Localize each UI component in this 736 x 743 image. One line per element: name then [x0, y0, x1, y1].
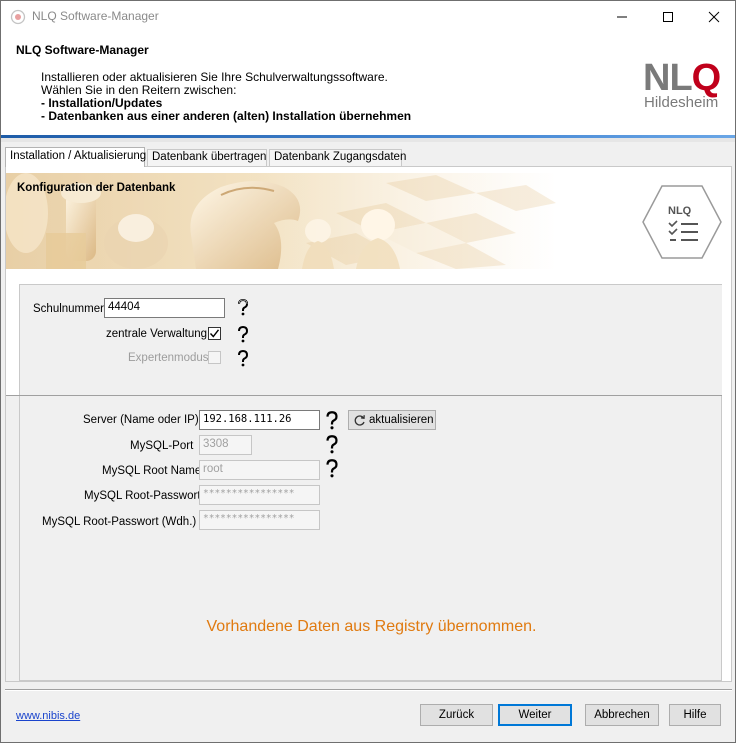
zentrale-verwaltung-checkbox[interactable] — [208, 327, 221, 340]
logo-subtitle: Hildesheim — [644, 94, 719, 111]
hex-icon-text: NLQ — [668, 205, 692, 217]
refresh-icon — [354, 415, 365, 426]
server-settings-inner: Server (Name oder IP) 192.168.111.26 akt… — [19, 396, 722, 681]
header-title: NLQ Software-Manager — [16, 43, 149, 57]
mysql-root-password-label: MySQL Root-Passwort — [84, 490, 201, 502]
banner: Konfiguration der Datenbank NLQ — [6, 173, 731, 269]
help-button[interactable]: Hilfe — [669, 704, 721, 726]
tab-installation[interactable]: Installation / Aktualisierung — [5, 147, 146, 167]
mysql-root-name-label: MySQL Root Name — [102, 465, 202, 477]
mysql-root-name-input[interactable]: root — [199, 460, 320, 480]
app-window: NLQ Software-Manager NLQ Software-Manage… — [0, 0, 736, 743]
server-label: Server (Name oder IP) — [83, 414, 199, 426]
help-icon-server[interactable] — [322, 410, 342, 430]
server-settings-panel: Server (Name oder IP) 192.168.111.26 akt… — [6, 395, 722, 681]
tab-panel: Konfiguration der Datenbank NLQ Schulnum… — [5, 166, 732, 682]
zentrale-verwaltung-label: zentrale Verwaltung — [106, 328, 208, 340]
logo-text-nl: NL — [643, 57, 693, 99]
mysql-root-password-repeat-input[interactable]: **************** — [199, 510, 320, 530]
nibis-link[interactable]: www.nibis.de — [16, 710, 80, 722]
logo-text-q: Q — [691, 57, 722, 99]
next-button[interactable]: Weiter — [498, 704, 572, 726]
cancel-button-label: Abbrechen — [594, 709, 650, 721]
help-icon-rootname[interactable] — [322, 458, 342, 478]
mysql-port-label: MySQL-Port — [130, 440, 194, 452]
minimize-icon — [617, 16, 627, 18]
close-icon — [708, 11, 720, 23]
status-message: Vorhandene Daten aus Registry übernommen… — [206, 618, 537, 635]
next-button-label: Weiter — [518, 709, 552, 721]
tab-datenbank-zugangsdaten[interactable]: Datenbank Zugangsdaten — [269, 149, 406, 166]
help-button-label: Hilfe — [683, 709, 707, 721]
expertenmodus-label: Expertenmodus — [128, 352, 209, 364]
maximize-button[interactable] — [645, 1, 691, 32]
mysql-port-input[interactable]: 3308 — [199, 435, 252, 455]
refresh-button-label: aktualisieren — [369, 414, 434, 426]
mysql-root-password-input[interactable]: **************** — [199, 485, 320, 505]
header-area: NLQ Software-Manager Installieren oder a… — [1, 32, 735, 135]
schulnummer-label: Schulnummer — [33, 303, 104, 315]
cancel-button[interactable]: Abbrechen — [585, 704, 659, 726]
server-input[interactable]: 192.168.111.26 — [199, 410, 320, 430]
school-settings-panel: Schulnummer 44404 zentrale Verwaltung Ex… — [19, 284, 722, 397]
close-button[interactable] — [691, 1, 735, 32]
schulnummer-input[interactable]: 44404 — [104, 298, 225, 318]
maximize-icon — [663, 12, 673, 22]
header-separator — [1, 138, 735, 142]
header-line-4: - Datenbanken aus einer anderen (alten) … — [41, 109, 412, 123]
header-description: Installieren oder aktualisieren Sie Ihre… — [41, 71, 411, 123]
expertenmodus-checkbox[interactable] — [208, 351, 221, 364]
help-icon-port[interactable] — [322, 434, 342, 454]
help-icon-expertenmodus[interactable] — [234, 349, 252, 367]
checkmark-icon — [209, 329, 220, 338]
footer-separator — [5, 689, 732, 691]
app-icon — [10, 9, 26, 25]
title-bar[interactable]: NLQ Software-Manager — [1, 1, 735, 32]
tab-datenbank-uebertragen[interactable]: Datenbank übertragen — [147, 149, 267, 166]
mysql-root-password-repeat-label: MySQL Root-Passwort (Wdh.) — [42, 516, 197, 528]
help-icon-zentrale[interactable] — [234, 325, 252, 343]
back-button-label: Zurück — [438, 709, 475, 721]
nlq-checklist-icon: NLQ — [642, 185, 722, 259]
refresh-button[interactable]: aktualisieren — [348, 410, 436, 430]
window-title: NLQ Software-Manager — [32, 9, 159, 23]
minimize-button[interactable] — [599, 1, 645, 32]
nlq-logo: NLQ Hildesheim — [631, 58, 725, 114]
help-icon-schulnummer[interactable] — [234, 298, 252, 316]
banner-title: Konfiguration der Datenbank — [17, 182, 176, 194]
back-button[interactable]: Zurück — [420, 704, 493, 726]
